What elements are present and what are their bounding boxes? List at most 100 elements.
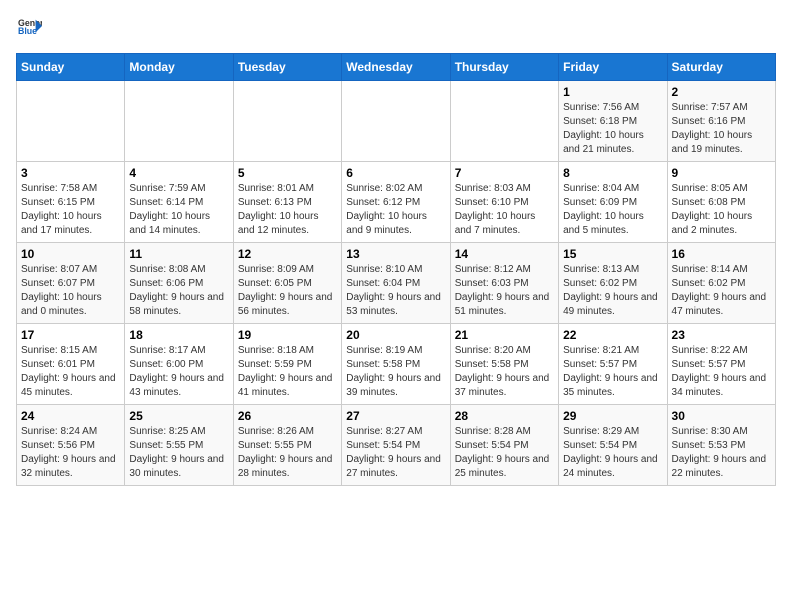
day-info: Sunrise: 8:26 AM Sunset: 5:55 PM Dayligh… bbox=[238, 425, 337, 481]
day-number: 20 bbox=[346, 328, 445, 342]
calendar-cell bbox=[342, 81, 450, 162]
day-info: Sunrise: 8:18 AM Sunset: 5:59 PM Dayligh… bbox=[238, 344, 337, 400]
logo: General Blue bbox=[16, 16, 46, 41]
day-number: 30 bbox=[672, 409, 771, 423]
day-number: 27 bbox=[346, 409, 445, 423]
calendar-table: SundayMondayTuesdayWednesdayThursdayFrid… bbox=[16, 53, 776, 486]
day-number: 4 bbox=[129, 166, 228, 180]
day-number: 10 bbox=[21, 247, 120, 261]
day-info: Sunrise: 7:58 AM Sunset: 6:15 PM Dayligh… bbox=[21, 182, 120, 238]
day-info: Sunrise: 8:22 AM Sunset: 5:57 PM Dayligh… bbox=[672, 344, 771, 400]
day-number: 14 bbox=[455, 247, 554, 261]
day-info: Sunrise: 8:09 AM Sunset: 6:05 PM Dayligh… bbox=[238, 263, 337, 319]
day-number: 2 bbox=[672, 85, 771, 99]
calendar-cell: 5 Sunrise: 8:01 AM Sunset: 6:13 PM Daylig… bbox=[233, 162, 341, 243]
calendar-cell: 29 Sunrise: 8:29 AM Sunset: 5:54 PM Dayli… bbox=[559, 405, 667, 486]
calendar-cell: 2Sunrise: 7:57 AM Sunset: 6:16 PM Daylig… bbox=[667, 81, 775, 162]
calendar-cell: 7 Sunrise: 8:03 AM Sunset: 6:10 PM Daylig… bbox=[450, 162, 558, 243]
day-info: Sunrise: 8:15 AM Sunset: 6:01 PM Dayligh… bbox=[21, 344, 120, 400]
calendar-cell: 1 Sunrise: 7:56 AM Sunset: 6:18 PM Daylig… bbox=[559, 81, 667, 162]
weekday-header-saturday: Saturday bbox=[667, 54, 775, 81]
day-info: Sunrise: 8:03 AM Sunset: 6:10 PM Dayligh… bbox=[455, 182, 554, 238]
day-info: Sunrise: 8:05 AM Sunset: 6:08 PM Dayligh… bbox=[672, 182, 771, 238]
calendar-cell bbox=[233, 81, 341, 162]
day-number: 6 bbox=[346, 166, 445, 180]
day-info: Sunrise: 8:04 AM Sunset: 6:09 PM Dayligh… bbox=[563, 182, 662, 238]
day-number: 1 bbox=[563, 85, 662, 99]
day-number: 11 bbox=[129, 247, 228, 261]
weekday-header-friday: Friday bbox=[559, 54, 667, 81]
day-info: Sunrise: 8:24 AM Sunset: 5:56 PM Dayligh… bbox=[21, 425, 120, 481]
day-info: Sunrise: 8:20 AM Sunset: 5:58 PM Dayligh… bbox=[455, 344, 554, 400]
day-info: Sunrise: 8:27 AM Sunset: 5:54 PM Dayligh… bbox=[346, 425, 445, 481]
day-number: 28 bbox=[455, 409, 554, 423]
calendar-cell: 18 Sunrise: 8:17 AM Sunset: 6:00 PM Dayli… bbox=[125, 324, 233, 405]
day-number: 13 bbox=[346, 247, 445, 261]
calendar-cell: 25 Sunrise: 8:25 AM Sunset: 5:55 PM Dayli… bbox=[125, 405, 233, 486]
day-info: Sunrise: 7:56 AM Sunset: 6:18 PM Dayligh… bbox=[563, 101, 662, 157]
day-number: 7 bbox=[455, 166, 554, 180]
day-number: 24 bbox=[21, 409, 120, 423]
calendar-cell: 11 Sunrise: 8:08 AM Sunset: 6:06 PM Dayli… bbox=[125, 243, 233, 324]
day-info: Sunrise: 8:08 AM Sunset: 6:06 PM Dayligh… bbox=[129, 263, 228, 319]
day-number: 12 bbox=[238, 247, 337, 261]
day-info: Sunrise: 8:28 AM Sunset: 5:54 PM Dayligh… bbox=[455, 425, 554, 481]
day-number: 5 bbox=[238, 166, 337, 180]
day-number: 29 bbox=[563, 409, 662, 423]
calendar-cell: 15 Sunrise: 8:13 AM Sunset: 6:02 PM Dayli… bbox=[559, 243, 667, 324]
calendar-cell: 16Sunrise: 8:14 AM Sunset: 6:02 PM Dayli… bbox=[667, 243, 775, 324]
day-number: 22 bbox=[563, 328, 662, 342]
day-number: 16 bbox=[672, 247, 771, 261]
day-number: 8 bbox=[563, 166, 662, 180]
calendar-cell: 28 Sunrise: 8:28 AM Sunset: 5:54 PM Dayli… bbox=[450, 405, 558, 486]
calendar-cell: 4 Sunrise: 7:59 AM Sunset: 6:14 PM Daylig… bbox=[125, 162, 233, 243]
day-info: Sunrise: 8:12 AM Sunset: 6:03 PM Dayligh… bbox=[455, 263, 554, 319]
day-info: Sunrise: 8:01 AM Sunset: 6:13 PM Dayligh… bbox=[238, 182, 337, 238]
calendar-cell: 23 Sunrise: 8:22 AM Sunset: 5:57 PM Dayli… bbox=[667, 324, 775, 405]
svg-text:Blue: Blue bbox=[18, 26, 37, 36]
calendar-cell: 22 Sunrise: 8:21 AM Sunset: 5:57 PM Dayli… bbox=[559, 324, 667, 405]
calendar-cell bbox=[125, 81, 233, 162]
day-number: 23 bbox=[672, 328, 771, 342]
weekday-header-wednesday: Wednesday bbox=[342, 54, 450, 81]
day-info: Sunrise: 8:21 AM Sunset: 5:57 PM Dayligh… bbox=[563, 344, 662, 400]
calendar-cell bbox=[17, 81, 125, 162]
day-number: 18 bbox=[129, 328, 228, 342]
day-info: Sunrise: 8:13 AM Sunset: 6:02 PM Dayligh… bbox=[563, 263, 662, 319]
calendar-cell: 9 Sunrise: 8:05 AM Sunset: 6:08 PM Daylig… bbox=[667, 162, 775, 243]
calendar-cell: 17 Sunrise: 8:15 AM Sunset: 6:01 PM Dayli… bbox=[17, 324, 125, 405]
day-number: 9 bbox=[672, 166, 771, 180]
day-info: Sunrise: 8:17 AM Sunset: 6:00 PM Dayligh… bbox=[129, 344, 228, 400]
day-info: Sunrise: 8:25 AM Sunset: 5:55 PM Dayligh… bbox=[129, 425, 228, 481]
calendar-cell: 27 Sunrise: 8:27 AM Sunset: 5:54 PM Dayli… bbox=[342, 405, 450, 486]
day-number: 25 bbox=[129, 409, 228, 423]
day-number: 19 bbox=[238, 328, 337, 342]
calendar-cell: 21 Sunrise: 8:20 AM Sunset: 5:58 PM Dayli… bbox=[450, 324, 558, 405]
weekday-header-sunday: Sunday bbox=[17, 54, 125, 81]
calendar-cell: 10 Sunrise: 8:07 AM Sunset: 6:07 PM Dayli… bbox=[17, 243, 125, 324]
day-number: 21 bbox=[455, 328, 554, 342]
day-info: Sunrise: 8:02 AM Sunset: 6:12 PM Dayligh… bbox=[346, 182, 445, 238]
day-number: 17 bbox=[21, 328, 120, 342]
weekday-header-tuesday: Tuesday bbox=[233, 54, 341, 81]
calendar-cell: 26 Sunrise: 8:26 AM Sunset: 5:55 PM Dayli… bbox=[233, 405, 341, 486]
calendar-cell bbox=[450, 81, 558, 162]
calendar-cell: 14 Sunrise: 8:12 AM Sunset: 6:03 PM Dayli… bbox=[450, 243, 558, 324]
calendar-cell: 30 Sunrise: 8:30 AM Sunset: 5:53 PM Dayli… bbox=[667, 405, 775, 486]
calendar-cell: 12 Sunrise: 8:09 AM Sunset: 6:05 PM Dayli… bbox=[233, 243, 341, 324]
calendar-cell: 3 Sunrise: 7:58 AM Sunset: 6:15 PM Daylig… bbox=[17, 162, 125, 243]
day-number: 15 bbox=[563, 247, 662, 261]
day-info: Sunrise: 8:29 AM Sunset: 5:54 PM Dayligh… bbox=[563, 425, 662, 481]
day-number: 26 bbox=[238, 409, 337, 423]
calendar-cell: 19 Sunrise: 8:18 AM Sunset: 5:59 PM Dayli… bbox=[233, 324, 341, 405]
day-info: Sunrise: 8:30 AM Sunset: 5:53 PM Dayligh… bbox=[672, 425, 771, 481]
weekday-header-thursday: Thursday bbox=[450, 54, 558, 81]
day-number: 3 bbox=[21, 166, 120, 180]
day-info: Sunrise: 7:59 AM Sunset: 6:14 PM Dayligh… bbox=[129, 182, 228, 238]
calendar-cell: 13 Sunrise: 8:10 AM Sunset: 6:04 PM Dayli… bbox=[342, 243, 450, 324]
day-info: Sunrise: 8:10 AM Sunset: 6:04 PM Dayligh… bbox=[346, 263, 445, 319]
day-info: Sunrise: 8:07 AM Sunset: 6:07 PM Dayligh… bbox=[21, 263, 120, 319]
calendar-cell: 8 Sunrise: 8:04 AM Sunset: 6:09 PM Daylig… bbox=[559, 162, 667, 243]
calendar-cell: 24 Sunrise: 8:24 AM Sunset: 5:56 PM Dayli… bbox=[17, 405, 125, 486]
day-info: Sunrise: 8:19 AM Sunset: 5:58 PM Dayligh… bbox=[346, 344, 445, 400]
